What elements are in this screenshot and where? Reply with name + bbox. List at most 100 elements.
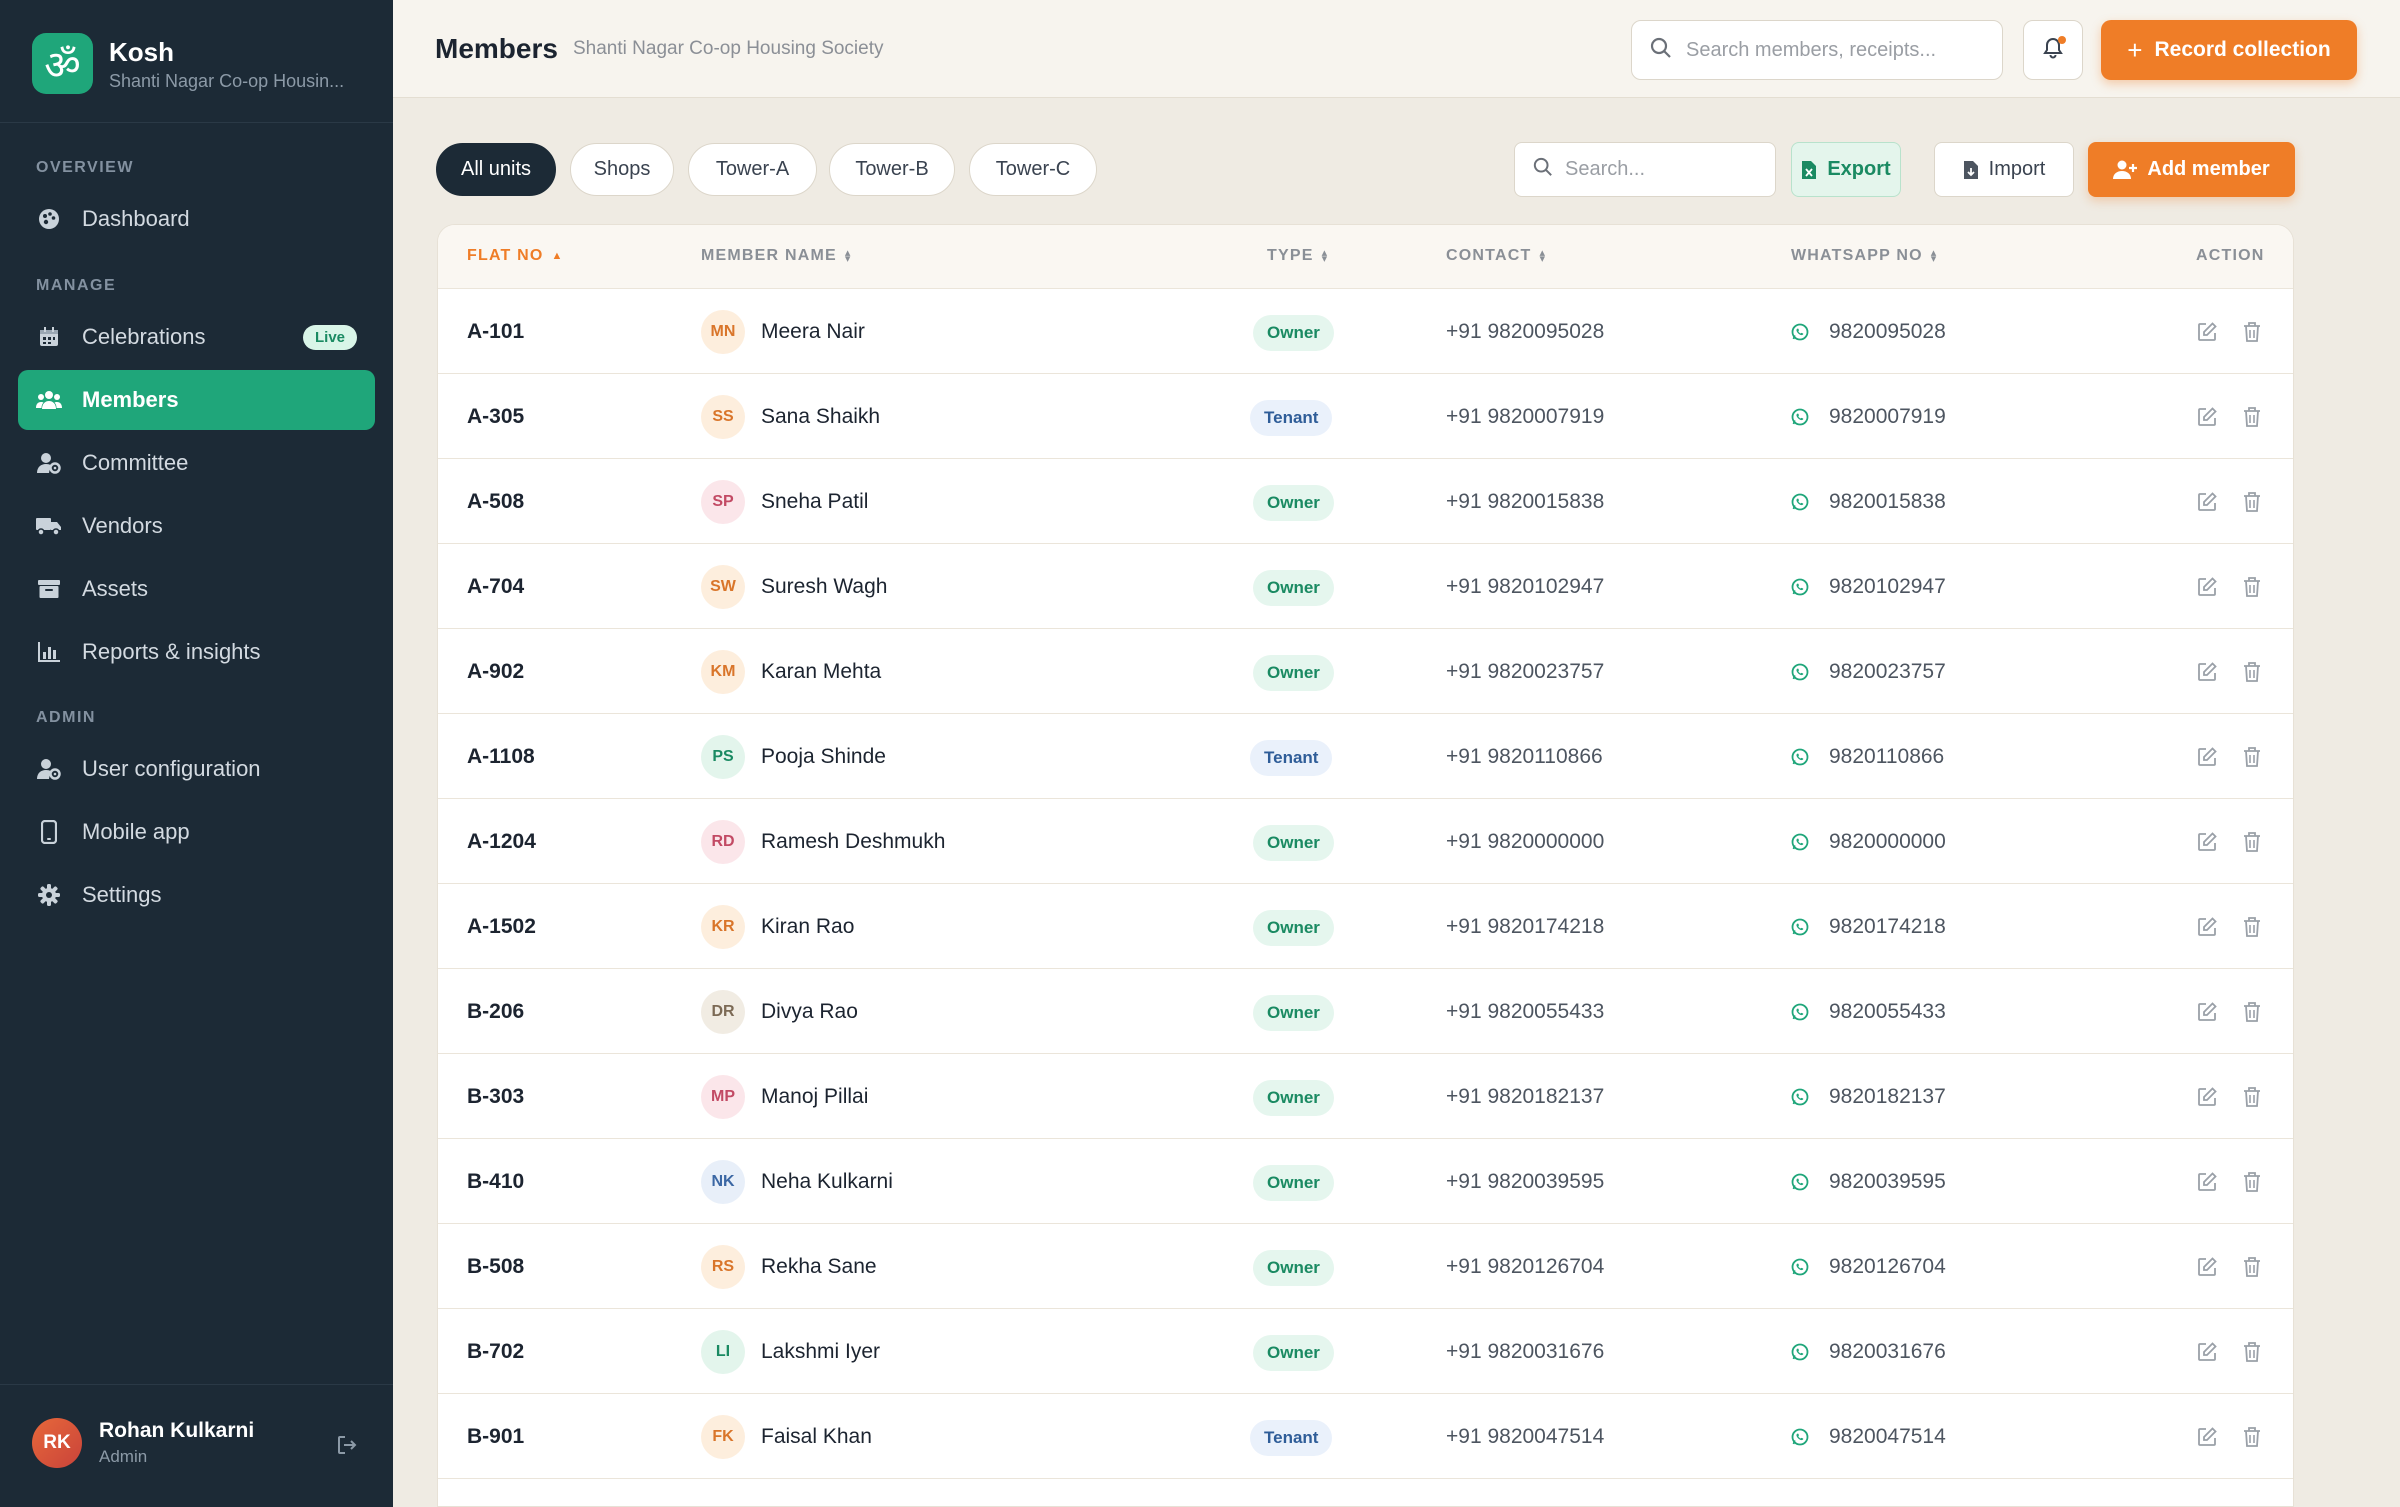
column-header-member-name[interactable]: MEMBER NAME ▴ ▾ [701,247,852,265]
sidebar-item-members[interactable]: Members [18,370,375,430]
filter-chip-tower-b[interactable]: Tower-B [829,143,955,196]
table-row[interactable]: B-206 DR Divya Rao Owner +91 9820055433 98200… [438,969,2293,1054]
whatsapp-icon [1791,408,1819,426]
edit-icon[interactable] [2196,831,2218,853]
filter-chip-tower-c[interactable]: Tower-C [969,143,1097,196]
table-row[interactable]: B-702 LI Lakshmi Iyer Owner +91 9820031676 98… [438,1309,2293,1394]
sidebar-item-label: Mobile app [82,819,190,844]
edit-icon[interactable] [2196,321,2218,343]
type-badge: Owner [1253,910,1334,946]
whatsapp-cell: 9820007919 [1791,374,1946,459]
sidebar-item-committee[interactable]: Committee [18,433,375,493]
filter-chip-tower-a[interactable]: Tower-A [688,143,817,196]
column-header-contact[interactable]: CONTACT ▴ ▾ [1446,247,1546,265]
sidebar-footer-divider [0,1384,393,1385]
logout-icon[interactable] [335,1433,359,1457]
sidebar-item-mobile-app[interactable]: Mobile app [18,802,375,862]
flat-no: B-410 [467,1169,525,1193]
whatsapp-icon [1791,833,1819,851]
member-name: Suresh Wagh [761,574,888,598]
column-header-whatsapp[interactable]: WHATSAPP NO ▴ ▾ [1791,247,1937,265]
table-search[interactable] [1514,142,1776,197]
filter-chip-shops[interactable]: Shops [570,143,674,196]
user-profile[interactable]: RK Rohan Kulkarni Admin [32,1418,254,1468]
notifications-button[interactable] [2023,20,2083,80]
edit-icon[interactable] [2196,746,2218,768]
delete-icon[interactable] [2242,1171,2264,1193]
table-row[interactable]: A-508 SP Sneha Patil Owner +91 9820015838 982… [438,459,2293,544]
edit-icon[interactable] [2196,406,2218,428]
member-name: Lakshmi Iyer [761,1339,881,1363]
edit-icon[interactable] [2196,491,2218,513]
contact: +91 9820095028 [1446,319,1605,343]
table-row[interactable]: A-704 SW Suresh Wagh Owner +91 9820102947 982… [438,544,2293,629]
table-row[interactable]: B-508 RS Rekha Sane Owner +91 9820126704 9820… [438,1224,2293,1309]
member-name: Divya Rao [761,999,858,1023]
table-search-input[interactable] [1565,158,1765,181]
global-search[interactable] [1631,20,2003,80]
delete-icon[interactable] [2242,576,2264,598]
sidebar-item-reports[interactable]: Reports & insights [18,622,375,682]
table-row[interactable]: B-410 NK Neha Kulkarni Owner +91 9820039595 9… [438,1139,2293,1224]
edit-icon[interactable] [2196,916,2218,938]
delete-icon[interactable] [2242,661,2264,683]
sidebar-item-settings[interactable]: Settings [18,865,375,925]
record-collection-button[interactable]: + Record collection [2101,20,2357,80]
table-row[interactable]: A-101 MN Meera Nair Owner +91 9820095028 9820… [438,289,2293,374]
sidebar-item-celebrations[interactable]: Celebrations Live [18,307,375,367]
edit-icon[interactable] [2196,1256,2218,1278]
whatsapp-icon [1791,748,1819,766]
delete-icon[interactable] [2242,916,2264,938]
table-row[interactable]: A-1204 RD Ramesh Deshmukh Owner +91 98200000… [438,799,2293,884]
flat-no: B-901 [467,1424,525,1448]
edit-icon[interactable] [2196,576,2218,598]
edit-icon[interactable] [2196,1426,2218,1448]
delete-icon[interactable] [2242,491,2264,513]
type-badge: Tenant [1250,400,1333,436]
delete-icon[interactable] [2242,1256,2264,1278]
delete-icon[interactable] [2242,321,2264,343]
user-plus-icon [2113,160,2138,180]
member-cell: SP Sneha Patil [701,459,868,544]
table-row[interactable]: A-1108 PS Pooja Shinde Tenant +91 9820110866… [438,714,2293,799]
filter-chip-all-units[interactable]: All units [436,143,556,196]
table-row[interactable]: A-902 KM Karan Mehta Owner +91 9820023757 982… [438,629,2293,714]
archive-icon [36,576,62,602]
brand[interactable]: ॐ Kosh Shanti Nagar Co-op Housin... [32,33,349,94]
member-cell: FK Faisal Khan [701,1394,872,1479]
member-cell: SS Sana Shaikh [701,374,880,459]
sidebar-item-assets[interactable]: Assets [18,559,375,619]
table-row[interactable]: A-1502 KR Kiran Rao Owner +91 9820174218 9820… [438,884,2293,969]
delete-icon[interactable] [2242,1086,2264,1108]
delete-icon[interactable] [2242,831,2264,853]
global-search-input[interactable] [1686,38,1976,62]
member-cell: RD Ramesh Deshmukh [701,799,945,884]
avatar: NK [701,1159,745,1204]
import-button[interactable]: Import [1934,142,2074,197]
edit-icon[interactable] [2196,661,2218,683]
table-row[interactable]: B-303 MP Manoj Pillai Owner +91 9820182137 98… [438,1054,2293,1139]
table-row[interactable]: B-901 FK Faisal Khan Tenant +91 9820047514 98… [438,1394,2293,1479]
column-header-flat-no[interactable]: FLAT NO ▲ [467,247,564,265]
delete-icon[interactable] [2242,746,2264,768]
delete-icon[interactable] [2242,406,2264,428]
column-header-type[interactable]: TYPE ▴ ▾ [1267,247,1328,265]
sidebar-item-dashboard[interactable]: Dashboard [18,189,375,249]
whatsapp-cell: 9820015838 [1791,459,1946,544]
edit-icon[interactable] [2196,1171,2218,1193]
edit-icon[interactable] [2196,1001,2218,1023]
export-button[interactable]: Export [1791,142,1901,197]
sidebar-item-vendors[interactable]: Vendors [18,496,375,556]
brand-logo: ॐ [32,33,93,94]
sidebar-item-user-configuration[interactable]: User configuration [18,739,375,799]
user-name: Rohan Kulkarni [99,1419,255,1442]
edit-icon[interactable] [2196,1086,2218,1108]
table-row[interactable]: A-305 SS Sana Shaikh Tenant +91 9820007919 98… [438,374,2293,459]
avatar: DR [701,989,745,1034]
delete-icon[interactable] [2242,1341,2264,1363]
edit-icon[interactable] [2196,1341,2218,1363]
delete-icon[interactable] [2242,1001,2264,1023]
type-badge: Owner [1253,1250,1334,1286]
add-member-button[interactable]: Add member [2088,142,2295,197]
delete-icon[interactable] [2242,1426,2264,1448]
